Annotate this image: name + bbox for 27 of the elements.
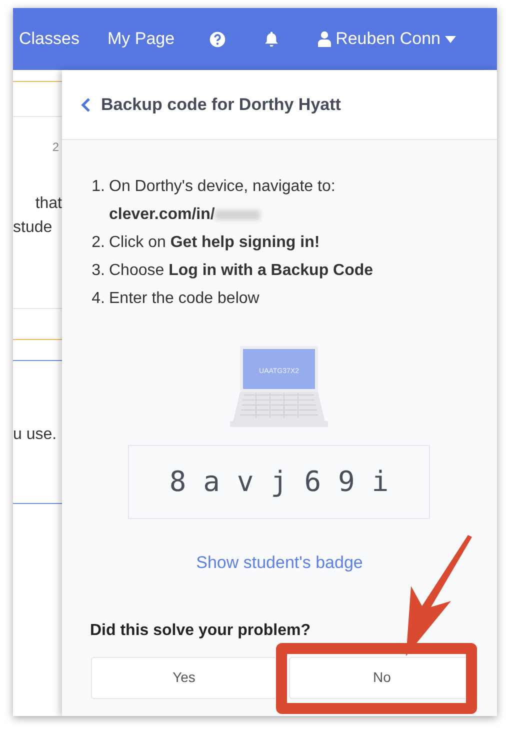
url-text: clever.com/in/ bbox=[109, 205, 215, 225]
panel-title: Backup code for Dorthy Hyatt bbox=[101, 94, 341, 116]
user-menu-button[interactable]: Reuben Conn bbox=[318, 26, 456, 52]
nav-link[interactable]: Classes bbox=[19, 26, 80, 52]
step-number: 4. bbox=[90, 289, 106, 309]
redacted-blur bbox=[214, 210, 260, 220]
caret-icon bbox=[445, 36, 456, 42]
step-text: Enter the code below bbox=[109, 289, 260, 309]
step-number: 1. bbox=[90, 177, 106, 197]
step-number: 2. bbox=[90, 233, 106, 253]
text-fragment: stude bbox=[13, 218, 52, 238]
text-fragment: that bbox=[35, 194, 62, 214]
help-icon[interactable] bbox=[208, 30, 226, 48]
question-text: Did this solve your problem? bbox=[90, 620, 312, 640]
nav-link[interactable]: My Page bbox=[107, 26, 175, 52]
answer-button[interactable]: Yes bbox=[91, 656, 277, 698]
table-cell-text: 2 bbox=[52, 139, 60, 156]
show-badge-link[interactable]: Show student's badge bbox=[196, 550, 363, 576]
step-text: Click on Get help signing in! bbox=[109, 233, 320, 253]
step-text: On Dorthy's device, navigate to: bbox=[109, 177, 336, 197]
text-fragment: u use. bbox=[13, 425, 57, 445]
step-number: 3. bbox=[90, 261, 106, 281]
bell-icon[interactable] bbox=[262, 30, 280, 48]
backup-code-box: 8 a v j 6 9 i bbox=[128, 445, 430, 519]
back-chevron-icon[interactable] bbox=[81, 96, 91, 112]
step-text: Choose Log in with a Backup Code bbox=[109, 261, 374, 281]
user-icon bbox=[318, 31, 331, 47]
